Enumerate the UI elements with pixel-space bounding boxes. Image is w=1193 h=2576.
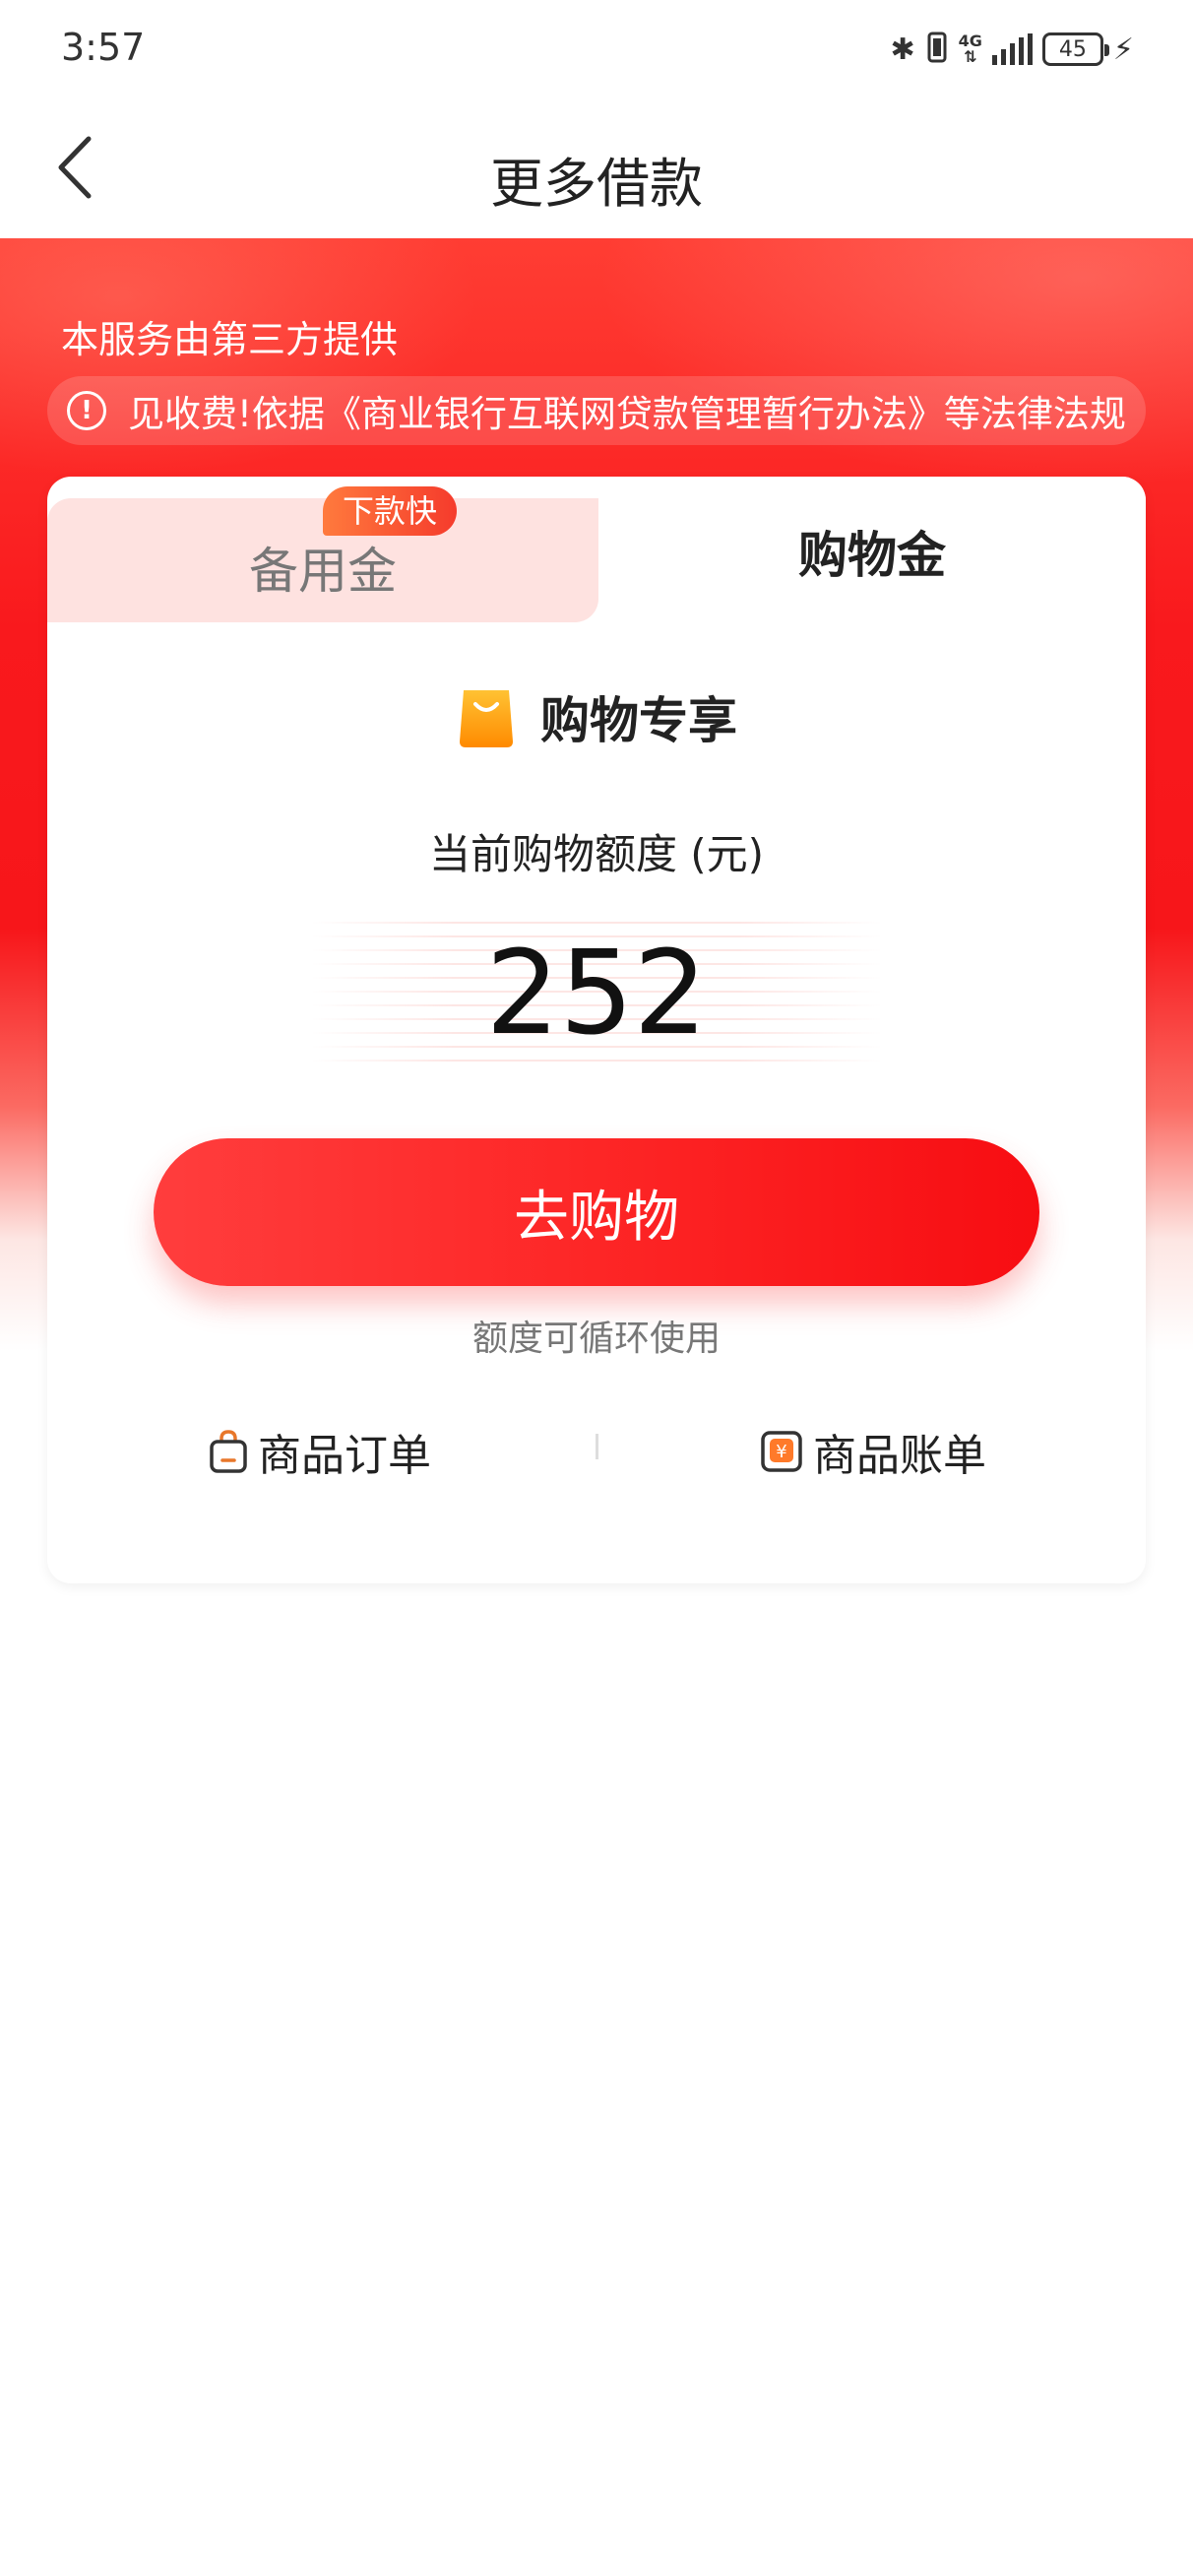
- status-icons: ✱ 4G ⇅ 45 ⚡: [891, 28, 1134, 71]
- status-bar: 3:57 ✱ 4G ⇅ 45 ⚡: [0, 0, 1193, 98]
- product-orders-label: 商品订单: [258, 1431, 431, 1481]
- status-time: 3:57: [61, 26, 146, 69]
- battery-level: 45: [1058, 36, 1087, 62]
- feature-title: 购物专享: [540, 692, 737, 749]
- shopping-bag-icon: [456, 684, 517, 749]
- tab-backup-funds[interactable]: 备用金 下款快: [47, 486, 598, 622]
- page-title: 更多借款: [490, 153, 703, 215]
- tab-shopping-funds[interactable]: 购物金: [598, 477, 1146, 624]
- charging-icon: ⚡: [1112, 32, 1134, 67]
- yen-glyph: ¥: [776, 1442, 786, 1462]
- feature-heading: 购物专享: [47, 681, 1146, 752]
- info-icon: !: [67, 391, 106, 430]
- credit-limit-amount: 252: [485, 925, 708, 1061]
- product-bills-label: 商品账单: [813, 1431, 986, 1481]
- go-shopping-button[interactable]: 去购物: [154, 1138, 1039, 1286]
- vibrate-icon: [925, 31, 949, 68]
- link-divider: [596, 1434, 598, 1459]
- product-bills-link[interactable]: ¥ 商品账单: [760, 1412, 986, 1491]
- battery-icon: 45: [1041, 32, 1109, 66]
- tab-backup-funds-label: 备用金: [249, 543, 397, 600]
- go-shopping-label: 去购物: [514, 1185, 679, 1250]
- credit-limit-label: 当前购物额度 (元): [428, 830, 765, 878]
- product-orders-link[interactable]: 商品订单: [209, 1412, 431, 1491]
- network-4g-icon: 4G ⇅: [959, 33, 982, 65]
- revolving-note: 额度可循环使用: [471, 1319, 721, 1359]
- bottom-links: 商品订单 ¥ 商品账单: [47, 1412, 1146, 1491]
- tab-shopping-funds-label: 购物金: [798, 527, 946, 584]
- notice-bar[interactable]: ! 见收费!依据《商业银行互联网贷款管理暂行办法》等法律法规: [47, 376, 1146, 445]
- loan-card: 备用金 下款快 购物金 购物专享 当前购物额度 (元) 252 去购物 额度可循…: [47, 477, 1146, 1583]
- bluetooth-icon: ✱: [890, 32, 915, 67]
- nav-bar: 更多借款: [0, 98, 1193, 238]
- notice-text: 见收费!依据《商业银行互联网贷款管理暂行办法》等法律法规: [128, 393, 1126, 435]
- network-activity: ⇅: [964, 47, 977, 66]
- order-bag-icon: [210, 1430, 247, 1473]
- yen-bill-icon: ¥: [761, 1431, 802, 1472]
- signal-icon: [991, 33, 1033, 65]
- fast-badge: 下款快: [323, 486, 458, 536]
- provider-text: 本服务由第三方提供: [61, 318, 399, 361]
